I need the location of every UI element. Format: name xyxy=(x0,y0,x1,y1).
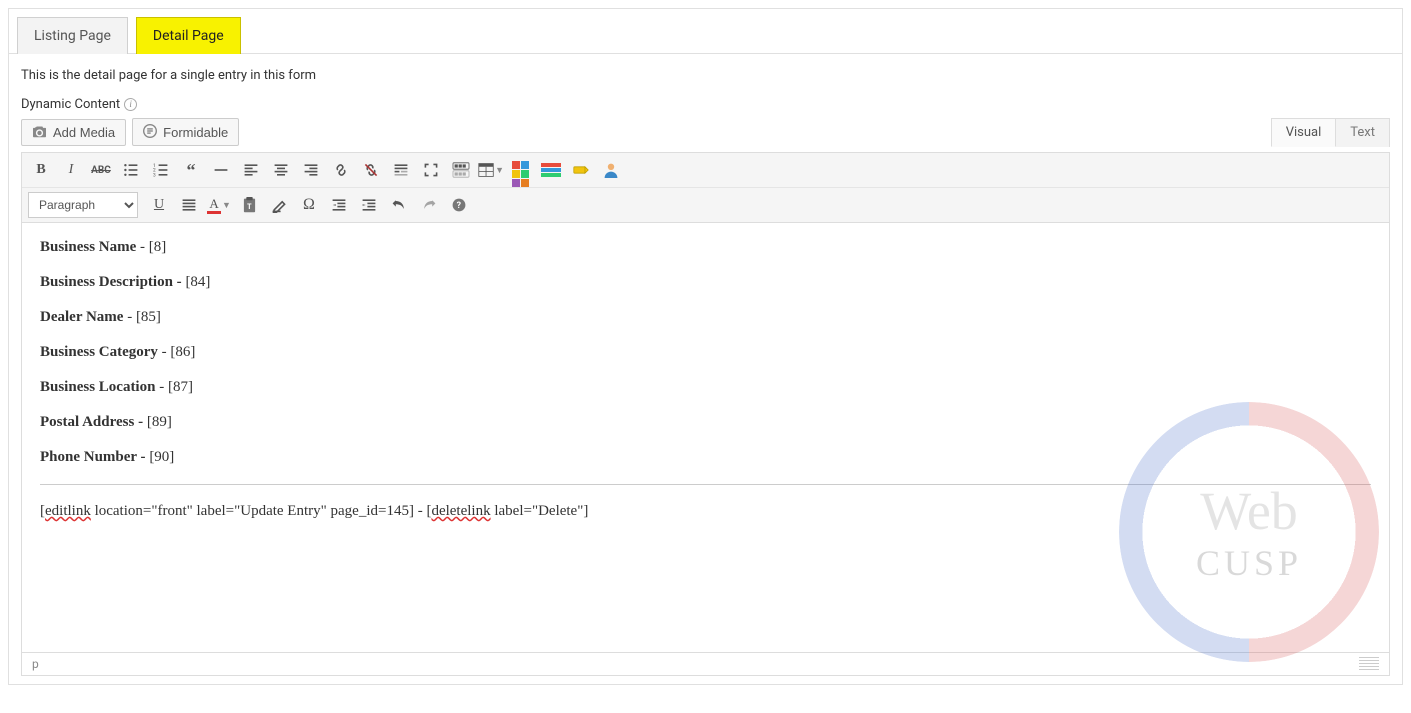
formidable-label: Formidable xyxy=(163,125,228,140)
camera-icon xyxy=(32,125,47,140)
watermark-line2: CUSP xyxy=(1196,542,1302,584)
special-char-icon[interactable]: Ω xyxy=(296,192,322,218)
svg-text:?: ? xyxy=(457,201,462,211)
insert-more-icon[interactable] xyxy=(388,157,414,183)
undo-icon[interactable] xyxy=(386,192,412,218)
content-line: Postal Address - [89] xyxy=(40,414,1371,431)
italic-icon[interactable]: I xyxy=(58,157,84,183)
info-icon[interactable]: i xyxy=(124,98,137,111)
help-icon[interactable]: ? xyxy=(446,192,472,218)
resize-handle[interactable] xyxy=(1359,657,1379,671)
format-select[interactable]: Paragraph xyxy=(28,192,138,218)
tab-detail-page[interactable]: Detail Page xyxy=(136,17,241,54)
tab-listing-page[interactable]: Listing Page xyxy=(17,17,128,54)
element-path: p xyxy=(32,657,39,671)
bold-icon[interactable]: B xyxy=(28,157,54,183)
tag-icon[interactable] xyxy=(568,157,594,183)
align-right-icon[interactable] xyxy=(298,157,324,183)
user-icon[interactable] xyxy=(598,157,624,183)
add-media-label: Add Media xyxy=(53,125,115,140)
table-icon[interactable]: ▼ xyxy=(478,157,504,183)
horizontal-rule-icon[interactable] xyxy=(208,157,234,183)
editor-content[interactable]: Business Name - [8] Business Description… xyxy=(21,223,1390,653)
add-media-button[interactable]: Add Media xyxy=(21,119,126,146)
indent-icon[interactable] xyxy=(356,192,382,218)
blockquote-icon[interactable]: “ xyxy=(178,157,204,183)
toolbar-row-2: Paragraph U A▼ T Ω xyxy=(22,187,1389,222)
content-line: Business Category - [86] xyxy=(40,344,1371,361)
toolbar-toggle-icon[interactable] xyxy=(448,157,474,183)
content-line: Business Description - [84] xyxy=(40,274,1371,291)
dynamic-content-label: Dynamic Content i xyxy=(21,97,1390,112)
content-line: Dealer Name - [85] xyxy=(40,309,1371,326)
mode-text[interactable]: Text xyxy=(1335,118,1390,147)
editor-panel: Listing Page Detail Page This is the det… xyxy=(8,8,1403,685)
color-grid-icon[interactable] xyxy=(508,157,534,183)
watermark: Web CUSP xyxy=(1119,402,1379,662)
align-justify-icon[interactable] xyxy=(176,192,202,218)
outdent-icon[interactable] xyxy=(326,192,352,218)
tab-content: This is the detail page for a single ent… xyxy=(9,54,1402,684)
page-tabs: Listing Page Detail Page xyxy=(9,9,1402,54)
content-divider xyxy=(40,484,1371,485)
content-shortcode-line: [editlink location="front" label="Update… xyxy=(40,503,1371,520)
paste-text-icon[interactable]: T xyxy=(236,192,262,218)
bullet-list-icon[interactable] xyxy=(118,157,144,183)
clear-format-icon[interactable] xyxy=(266,192,292,218)
text-color-icon[interactable]: A▼ xyxy=(206,192,232,218)
editor-status-bar: p xyxy=(21,653,1390,676)
svg-text:T: T xyxy=(247,202,252,211)
align-left-icon[interactable] xyxy=(238,157,264,183)
editor-mode-tabs: Visual Text xyxy=(1271,118,1390,147)
content-line: Phone Number - [90] xyxy=(40,449,1371,466)
fullscreen-icon[interactable] xyxy=(418,157,444,183)
unlink-icon[interactable] xyxy=(358,157,384,183)
page-description: This is the detail page for a single ent… xyxy=(21,68,1390,83)
media-row: Add Media Formidable Visual Text xyxy=(21,118,1390,146)
align-center-icon[interactable] xyxy=(268,157,294,183)
toolbar-row-1: B I ABC 123 “ xyxy=(22,153,1389,187)
content-line: Business Location - [87] xyxy=(40,379,1371,396)
numbered-list-icon[interactable]: 123 xyxy=(148,157,174,183)
svg-text:3: 3 xyxy=(153,172,156,178)
formidable-icon xyxy=(143,124,157,140)
mode-visual[interactable]: Visual xyxy=(1271,118,1337,147)
redo-icon[interactable] xyxy=(416,192,442,218)
dynamic-content-text: Dynamic Content xyxy=(21,97,120,112)
formidable-button[interactable]: Formidable xyxy=(132,118,239,146)
segment-icon[interactable] xyxy=(538,157,564,183)
strikethrough-icon[interactable]: ABC xyxy=(88,157,114,183)
editor-toolbar: B I ABC 123 “ xyxy=(21,152,1390,223)
link-icon[interactable] xyxy=(328,157,354,183)
underline-icon[interactable]: U xyxy=(146,192,172,218)
content-line: Business Name - [8] xyxy=(40,239,1371,256)
